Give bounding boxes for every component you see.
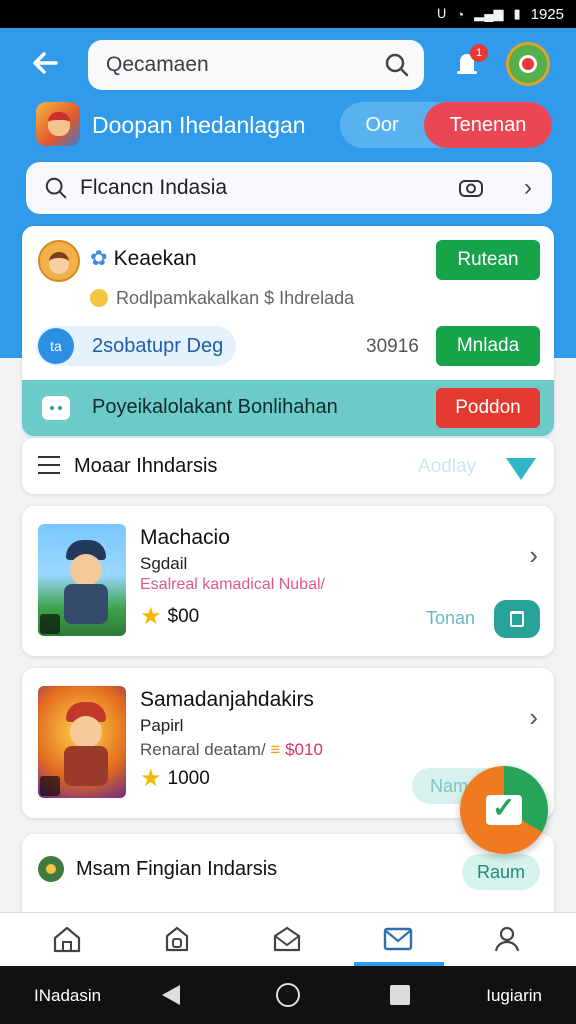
feature-title: ✿ Keaekan [90,247,197,270]
bars-icon: ≡ [270,740,281,759]
filter-ghost-text: Aodlay [418,456,477,477]
nav-mail-icon[interactable] [378,921,418,957]
bottom-card[interactable]: Msam Fingian Indarsis Raum [22,834,554,914]
info-pill-label: 2sobatupr Deg [92,335,224,357]
search-input[interactable]: Qecamaen [88,40,424,90]
chat-row[interactable]: Poyeikalolakant Bonlihahan Poddon [22,380,554,436]
filter-dropdown-icon[interactable] [506,458,536,480]
game-description: Renaral deatam/ ≡ $010 [140,740,323,759]
bottom-card-pill-button[interactable]: Raum [462,854,540,890]
vibrate-icon: ᑌ [436,6,447,21]
filter-row[interactable]: Moaar Ihndarsis Aodlay [22,438,554,494]
game-thumbnail [38,686,126,798]
bottom-card-label: Msam Fingian Indarsis [76,858,278,880]
game-subtitle: Sgdail [140,554,188,573]
chevron-right-icon[interactable]: › [529,540,538,571]
search-value: Qecamaen [106,53,209,76]
top-bar: Qecamaen 1 [0,28,576,100]
star-icon: ★ [140,765,162,792]
nav-inbox-icon[interactable] [267,921,307,957]
game-title: Samadanjahdakirs [140,688,314,711]
game-rating: ★ $00 [140,603,200,630]
user-row: Doopan Ihedanlagan Oor Tenenan [0,100,576,152]
avatar [38,240,80,282]
mode-toggle[interactable]: Oor Tenenan [340,102,552,148]
chevron-right-icon[interactable]: › [529,702,538,733]
game-description: Esalreal kamadical Nubal/ [140,576,325,593]
status-time: 1925 [530,5,564,23]
list-item[interactable]: Machacio Sgdail Esalreal kamadical Nubal… [22,506,554,656]
game-title: Machacio [140,526,230,549]
system-recents-icon[interactable] [390,985,410,1005]
chat-row-label: Poyeikalolakant Bonlihahan [92,396,338,418]
bottom-navigation [0,912,576,966]
app-icon[interactable] [36,102,80,146]
nav-store-icon[interactable] [157,921,197,957]
primary-action-button[interactable]: Rutean [436,240,540,280]
battery-icon: ▮ [513,6,521,21]
delete-button[interactable] [494,600,540,638]
user-name: Doopan Ihedanlagan [92,112,306,138]
search-icon[interactable] [384,52,410,84]
menu-icon[interactable] [38,456,60,474]
toggle-off-label[interactable]: Oor [340,102,424,148]
star-icon: ★ [140,603,162,630]
system-back-icon[interactable] [162,985,180,1005]
search-icon [44,176,68,206]
chat-icon [42,396,70,420]
bow-icon: ✿ [90,247,108,270]
info-pill-icon: ta [38,328,74,364]
info-pill[interactable]: ta 2sobatupr Deg [36,326,236,366]
record-icon [519,55,537,73]
system-home-icon[interactable] [276,983,300,1007]
game-rating: ★ 1000 [140,765,210,792]
filter-label: Moaar Ihndarsis [74,455,218,477]
secondary-action-button[interactable]: Mnlada [436,326,540,366]
nav-profile-icon[interactable] [487,921,527,957]
system-nav-left-label: INadasin [34,986,102,1005]
notification-bell-icon[interactable]: 1 [450,44,488,82]
emoji-icon [90,289,108,307]
feature-subtitle: Rodlpamkakalkan $ Ihdrelada [90,288,354,309]
camera-icon[interactable] [458,176,484,206]
danger-action-button[interactable]: Poddon [436,388,540,428]
system-nav-right-label: Iugiarin [486,986,542,1005]
checklist-icon [486,791,522,825]
status-bar: ᑌ ◔ ▂▄▆ ▮ 1925 [0,0,576,28]
profile-avatar[interactable] [506,42,550,86]
floating-action-button[interactable] [460,766,548,854]
chevron-right-icon[interactable]: › [524,174,532,202]
trash-icon [510,611,524,627]
system-navigation-bar: INadasin Iugiarin [0,966,576,1024]
notification-badge: 1 [470,44,488,62]
toggle-on-label[interactable]: Tenenan [424,102,552,148]
secondary-search-input[interactable]: Flcancn Indasia › [26,162,552,214]
nav-home-icon[interactable] [47,921,87,957]
signal-icon: ▂▄▆ [474,6,504,21]
count-value: 30916 [366,336,419,357]
feature-card: ✿ Keaekan Rodlpamkakalkan $ Ihdrelada Rut… [22,226,554,436]
flower-icon [38,856,64,882]
wifi-icon: ◔ [456,6,465,22]
game-thumbnail [38,524,126,636]
secondary-search-value: Flcancn Indasia [80,176,228,199]
game-subtitle: Papirl [140,716,184,735]
back-arrow-icon[interactable] [30,48,66,80]
game-ghost-text: Tonan [426,608,476,628]
